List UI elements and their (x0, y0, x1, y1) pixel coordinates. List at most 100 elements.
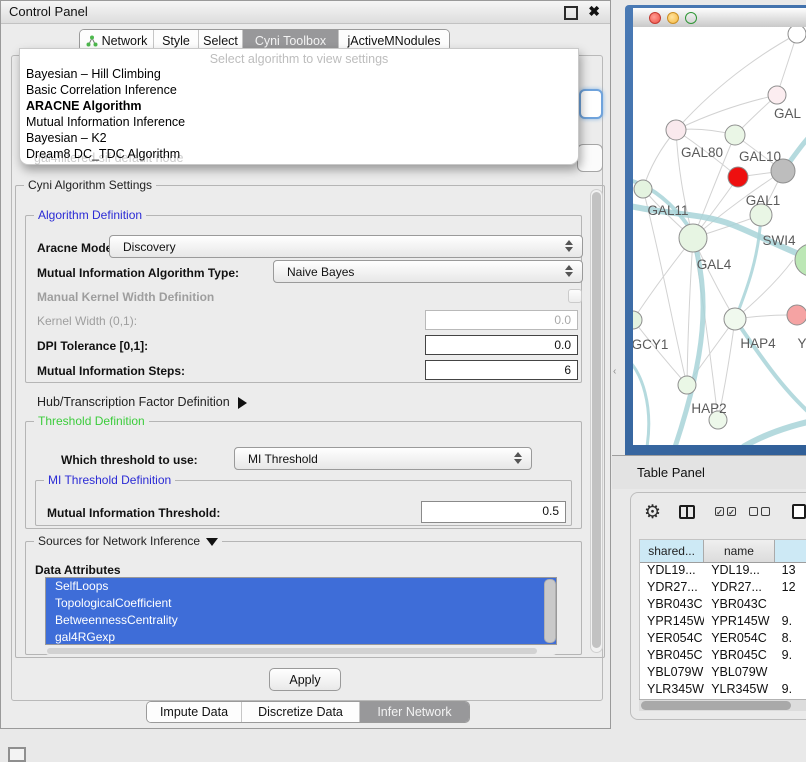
table-cell: YBR045C (704, 648, 774, 665)
scrollbar-thumb[interactable] (592, 192, 601, 648)
attribute-list-item[interactable]: SelfLoops (46, 578, 556, 595)
network-node[interactable] (788, 27, 806, 43)
network-node[interactable] (679, 224, 707, 252)
spinner-icon (565, 265, 573, 277)
dpi-tolerance-input[interactable]: 0.0 (425, 335, 578, 355)
network-node[interactable] (724, 308, 746, 330)
column-header-partial[interactable] (775, 540, 806, 562)
network-node[interactable] (633, 311, 642, 329)
new-table-icon[interactable] (792, 504, 806, 519)
kernel-width-input[interactable]: 0.0 (425, 310, 578, 330)
group-title: Cyni Algorithm Settings (24, 178, 156, 192)
tab-label: Discretize Data (258, 705, 343, 719)
network-node[interactable] (795, 244, 806, 276)
dropdown-item[interactable]: Basic Correlation Inference (24, 82, 574, 98)
tab-discretize-data[interactable]: Discretize Data (242, 702, 360, 722)
window-title: Control Panel (9, 4, 88, 19)
network-node[interactable] (634, 180, 652, 198)
table-cell: 13 (775, 563, 806, 580)
table-cell: 12 (775, 580, 806, 597)
column-header-shared-name[interactable]: shared... (640, 540, 704, 562)
float-window-icon[interactable] (564, 6, 578, 20)
network-edge[interactable] (676, 95, 777, 130)
attributes-hscrollbar[interactable] (45, 647, 557, 655)
network-edge[interactable] (633, 320, 687, 385)
network-node-label: GAL (774, 106, 802, 121)
dropdown-item[interactable]: ARACNE Algorithm (24, 98, 574, 114)
group-title: MI Threshold Definition (44, 473, 175, 487)
manual-kernel-checkbox[interactable] (568, 289, 582, 303)
minimize-traffic-light[interactable] (667, 12, 679, 24)
zoom-traffic-light[interactable] (685, 12, 697, 24)
selected-value: MI Threshold (248, 452, 318, 466)
attribute-list-item[interactable]: TopologicalCoefficient (46, 595, 556, 612)
mi-steps-input[interactable]: 6 (425, 360, 578, 380)
network-node[interactable] (728, 167, 748, 187)
network-edge-highlighted[interactable] (633, 357, 649, 445)
collapse-arrow-icon (206, 538, 218, 546)
data-attributes-list[interactable]: SelfLoopsTopologicalCoefficientBetweenne… (45, 577, 557, 645)
table-row[interactable]: YDR27...YDR27...12 (640, 580, 806, 597)
dropdown-item[interactable]: Bayesian – K2 (24, 130, 574, 146)
close-icon[interactable]: ✖ (588, 3, 600, 20)
scrollbar-thumb[interactable] (47, 648, 537, 654)
split-columns-icon[interactable] (679, 505, 695, 519)
collapsed-panel-icon[interactable] (8, 747, 26, 762)
attribute-list-item[interactable]: gal4RGexp (46, 629, 556, 645)
spinner-icon (565, 240, 573, 252)
close-traffic-light[interactable] (649, 12, 661, 24)
apply-button[interactable]: Apply (269, 668, 341, 691)
dropdown-item[interactable]: Bayesian – Hill Climbing (24, 66, 574, 82)
network-edge-highlighted[interactable] (743, 417, 806, 445)
table-panel-header: Table Panel (612, 455, 806, 489)
sources-title[interactable]: Sources for Network Inference (34, 534, 222, 548)
dropdown-item-list: Bayesian – Hill ClimbingBasic Correlatio… (24, 66, 574, 162)
algorithm-dropdown[interactable]: Select algorithm to view settings Bayesi… (19, 48, 579, 165)
hub-definition-label: Hub/Transcription Factor Definition (37, 395, 230, 409)
mi-threshold-input[interactable]: 0.5 (421, 501, 566, 523)
table-hscrollbar[interactable] (639, 699, 806, 711)
table-row[interactable]: YDL19...YDL19...13 (640, 563, 806, 580)
dropdown-item[interactable]: Mutual Information Inference (24, 114, 574, 130)
select-all-checks-icon[interactable]: ✓✓ (715, 507, 736, 516)
which-threshold-select[interactable]: MI Threshold (234, 447, 532, 470)
table-row[interactable]: YLR345WYLR345W9. (640, 682, 806, 699)
table-row[interactable]: YBR043CYBR043C (640, 597, 806, 614)
table-cell: YBR043C (640, 597, 704, 614)
hub-definition-toggle[interactable]: Hub/Transcription Factor Definition (37, 395, 247, 409)
table-row[interactable]: YPR145WYPR145W9. (640, 614, 806, 631)
network-node[interactable] (678, 376, 696, 394)
network-edge[interactable] (633, 238, 693, 320)
table-cell: 9. (775, 648, 806, 665)
panel-splitter-handle[interactable]: ‹ (613, 366, 616, 377)
table-row[interactable]: YBR045CYBR045C9. (640, 648, 806, 665)
deselect-all-checks-icon[interactable] (749, 507, 770, 516)
gear-icon[interactable]: ⚙ (644, 501, 661, 524)
table-row[interactable]: YBL079WYBL079W (640, 665, 806, 682)
network-node[interactable] (725, 125, 745, 145)
network-node-label: GAL80 (681, 145, 723, 160)
network-canvas[interactable]: GALGAL80GAL10GAL11GAL1GAL4SWI4GCY1HAP4YH… (633, 27, 806, 445)
network-edge[interactable] (687, 238, 693, 385)
network-node[interactable] (768, 86, 786, 104)
table-row[interactable]: YER054CYER054C8. (640, 631, 806, 648)
data-attributes-label: Data Attributes (35, 563, 121, 577)
table-cell: 9. (775, 614, 806, 631)
which-threshold-label: Which threshold to use: (61, 453, 198, 467)
table-cell: YBR045C (640, 648, 704, 665)
attributes-scrollbar[interactable] (544, 579, 556, 643)
table-cell: YBL079W (704, 665, 774, 682)
spinner-icon (514, 452, 522, 464)
network-node[interactable] (666, 120, 686, 140)
tab-impute-data[interactable]: Impute Data (147, 702, 242, 722)
settings-vertical-scrollbar[interactable] (590, 189, 603, 653)
scrollbar-thumb[interactable] (641, 701, 791, 710)
column-header-name[interactable]: name (704, 540, 775, 562)
network-edge[interactable] (735, 260, 793, 319)
table-cell: 8. (775, 631, 806, 648)
aracne-mode-select[interactable]: Discovery (109, 235, 583, 258)
attribute-list-item[interactable]: BetweennessCentrality (46, 612, 556, 629)
mi-type-select[interactable]: Naive Bayes (273, 260, 583, 283)
tab-infer-network[interactable]: Infer Network (360, 702, 469, 722)
network-node[interactable] (787, 305, 806, 325)
